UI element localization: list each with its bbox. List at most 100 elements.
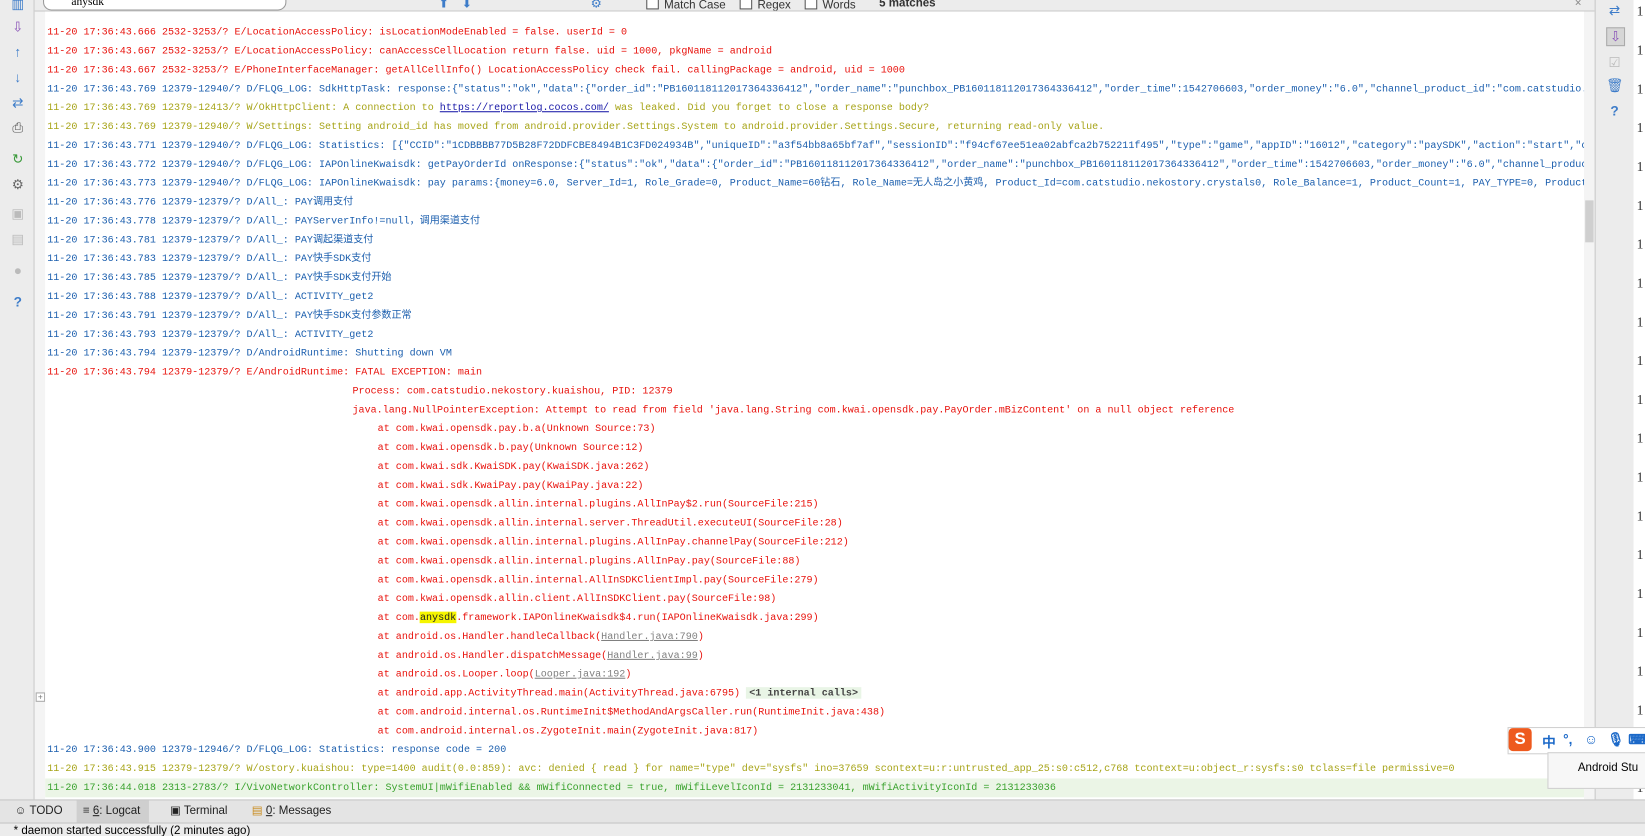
log-line[interactable]: 11-20 17:36:44.018 2313-2783/? I/VivoNet… [45,778,1585,798]
down-arrow-icon[interactable]: ↓ [9,69,26,86]
log-line[interactable]: at android.os.Handler.handleCallback(Han… [378,627,704,646]
sogou-logo[interactable]: S [1508,728,1532,752]
gear-icon[interactable]: ⚙ [9,176,26,193]
log-line[interactable]: 11-20 17:36:43.778 12379-12379/? D/All_:… [47,212,480,231]
log-line[interactable]: 11-20 17:36:43.776 12379-12379/? D/All_:… [47,193,353,212]
log-line[interactable]: 11-20 17:36:43.769 12379-12413/? W/OkHtt… [47,99,929,118]
keyboard-icon[interactable]: ⌨ [1628,731,1645,748]
help-icon[interactable]: ? [1606,103,1623,119]
log-link[interactable]: Handler.java:790 [601,631,698,643]
camera-icon[interactable]: ▣ [9,206,26,223]
status-message[interactable]: * daemon started successfully (2 minutes… [14,824,251,836]
log-text: at android.os.Handler.handleCallback( [377,630,602,643]
print-icon[interactable]: ⎙ [9,120,26,137]
log-line[interactable]: at com.kwai.sdk.KwaiPay.pay(KwaiPay.java… [378,476,644,495]
log-line[interactable]: at com.kwai.opensdk.allin.internal.plugi… [378,533,849,552]
trash-icon[interactable]: 🗑 [1606,78,1623,95]
log-line[interactable]: 11-20 17:36:43.772 12379-12940/? D/FLQG_… [47,155,1584,174]
log-line[interactable]: 11-20 17:36:43.794 12379-12379/? E/Andro… [47,363,482,382]
previous-occurrence-icon[interactable]: ⬆ [439,0,450,10]
log-line[interactable]: 11-20 17:36:43.667 2532-3253/? E/Locatio… [47,42,772,61]
filter-icon[interactable]: ⚙ [591,0,602,10]
android-studio-window: ▥ ⇩ ↑ ↓ ⇄ ⎙ ↻ ⚙ ▣ ▤ ● ? + anysdk ⬆ ⬇ ⚙ M… [0,0,1645,836]
tab-logcat[interactable]: ≡ 6: Logcat [76,800,149,823]
log-line[interactable]: 11-20 17:36:43.900 12379-12946/? D/FLQG_… [47,741,506,760]
log-line[interactable]: 11-20 17:36:43.785 12379-12379/? D/All_:… [47,269,391,288]
log-line[interactable]: 11-20 17:36:43.781 12379-12379/? D/All_:… [47,231,373,250]
log-link[interactable]: Looper.java:192 [535,668,626,680]
close-search-icon[interactable]: × [1575,0,1582,9]
log-text: 11-20 17:36:43.776 12379-12379/? D/All_:… [47,196,354,208]
log-link[interactable]: https://reportlog.cocos.com/ [440,102,609,114]
soft-wrap-icon[interactable]: ⇄ [1606,2,1623,19]
scroll-to-end-icon[interactable]: ⇩ [1606,27,1626,47]
fold-gutter [34,10,46,800]
log-line[interactable]: at com.kwai.opensdk.allin.internal.plugi… [378,495,819,514]
tab-label: : Logcat [99,804,141,818]
log-line[interactable]: at android.os.Looper.loop(Looper.java:19… [378,665,632,684]
tab-todo[interactable]: ☺ TODO [8,800,71,822]
log-line[interactable]: 11-20 17:36:43.791 12379-12379/? D/All_:… [47,306,411,325]
list-icon[interactable]: ▥ [9,0,26,13]
log-line[interactable]: 11-20 17:36:43.667 2532-3253/? E/PhoneIn… [47,61,905,80]
up-arrow-icon[interactable]: ↑ [9,44,26,61]
log-line[interactable]: at com.kwai.opensdk.b.pay(Unknown Source… [378,439,644,458]
log-line[interactable]: 11-20 17:36:43.771 12379-12940/? D/FLQG_… [47,136,1584,155]
tab-terminal[interactable]: ▣ Terminal [164,800,236,822]
restart-icon[interactable]: ↻ [9,151,26,168]
soft-wrap-icon[interactable]: ⇄ [9,94,26,111]
regex-checkbox[interactable]: Regex [739,0,791,10]
ime-punctuation-toggle[interactable]: °, [1563,731,1572,747]
background-text-glyph: 1 [1636,3,1644,19]
log-line[interactable]: at com.kwai.sdk.KwaiSDK.pay(KwaiSDK.java… [378,457,650,476]
next-occurrence-icon[interactable]: ⬇ [462,0,473,10]
log-text: 11-20 17:36:43.794 12379-12379/? D/Andro… [47,347,452,359]
log-text: 11-20 17:36:43.781 12379-12379/? D/All_:… [47,233,374,246]
log-line[interactable]: at com.android.internal.os.RuntimeInit$M… [378,703,885,722]
log-line[interactable]: 11-20 17:36:43.666 2532-3253/? E/Locatio… [47,23,627,42]
log-line[interactable]: at com.kwai.opensdk.allin.internal.plugi… [378,552,801,571]
tab-messages[interactable]: ▤ 0: Messages [245,800,339,822]
log-link[interactable]: Handler.java:99 [607,649,698,661]
log-line[interactable]: 11-20 17:36:43.769 12379-12940/? W/Setti… [47,117,1104,136]
scrollbar-thumb[interactable] [1585,200,1594,243]
log-line[interactable]: 11-20 17:36:43.793 12379-12379/? D/All_:… [47,325,373,344]
log-line[interactable]: 11-20 17:36:43.783 12379-12379/? D/All_:… [47,250,371,269]
help-icon[interactable]: ? [9,294,26,311]
words-checkbox[interactable]: Words [804,0,856,12]
log-line[interactable]: java.lang.NullPointerException: Attempt … [352,401,1234,420]
use-soft-wraps-icon[interactable]: ☑ [1606,55,1623,72]
log-line[interactable]: Process: com.catstudio.nekostory.kuaisho… [352,382,672,401]
log-line[interactable]: at com.kwai.opensdk.allin.internal.AllIn… [378,571,819,590]
log-text: at com.kwai.opensdk.allin.internal.serve… [377,517,843,529]
log-line[interactable]: 11-20 17:36:43.794 12379-12379/? D/Andro… [47,344,452,363]
log-line[interactable]: at com.kwai.opensdk.allin.internal.serve… [378,514,843,533]
search-highlight: anysdk [419,611,457,624]
log-line[interactable]: at com.kwai.opensdk.allin.client.AllInSD… [378,590,777,609]
match-case-checkbox[interactable]: Match Case [646,0,726,10]
record-icon[interactable]: ▤ [9,231,26,248]
log-line[interactable]: at android.app.ActivityThread.main(Activ… [378,684,862,703]
log-text: 11-20 17:36:43.783 12379-12379/? D/All_:… [47,252,372,265]
search-input[interactable]: anysdk [43,0,287,11]
ime-language-toggle[interactable]: 中 [1542,731,1556,751]
microphone-icon[interactable]: 🎙 [1607,731,1624,748]
logcat-output[interactable]: 11-20 17:36:43.666 2532-3253/? E/Locatio… [45,11,1585,800]
log-line[interactable]: at com.anysdk.framework.IAPOnlineKwaisdk… [378,608,819,627]
log-line[interactable]: 11-20 17:36:43.769 12379-12940/? D/FLQG_… [47,80,1584,99]
log-text: at android.os.Looper.loop( [377,668,535,680]
vertical-scrollbar[interactable] [1584,11,1595,800]
log-line[interactable]: 11-20 17:36:43.773 12379-12940/? D/FLQG_… [47,174,1584,193]
log-line[interactable]: at com.android.internal.os.ZygoteInit.ma… [378,722,759,741]
words-label: Words [822,0,856,12]
log-line[interactable]: at android.os.Handler.dispatchMessage(Ha… [378,646,704,665]
log-line[interactable]: 11-20 17:36:43.915 12379-12379/? W/ostor… [47,760,1454,779]
internal-calls-badge[interactable]: <1 internal calls> [746,687,862,699]
stop-icon[interactable]: ● [9,262,26,279]
log-line[interactable]: at com.kwai.opensdk.pay.b.a(Unknown Sour… [378,420,656,439]
log-line[interactable]: 11-20 17:36:43.788 12379-12379/? D/All_:… [47,287,373,306]
background-text-glyph: 1 [1636,352,1644,369]
expand-fold-icon[interactable]: + [35,692,46,702]
scroll-to-end-icon[interactable]: ⇩ [9,19,26,36]
emoji-icon[interactable]: ☺ [1584,731,1598,747]
